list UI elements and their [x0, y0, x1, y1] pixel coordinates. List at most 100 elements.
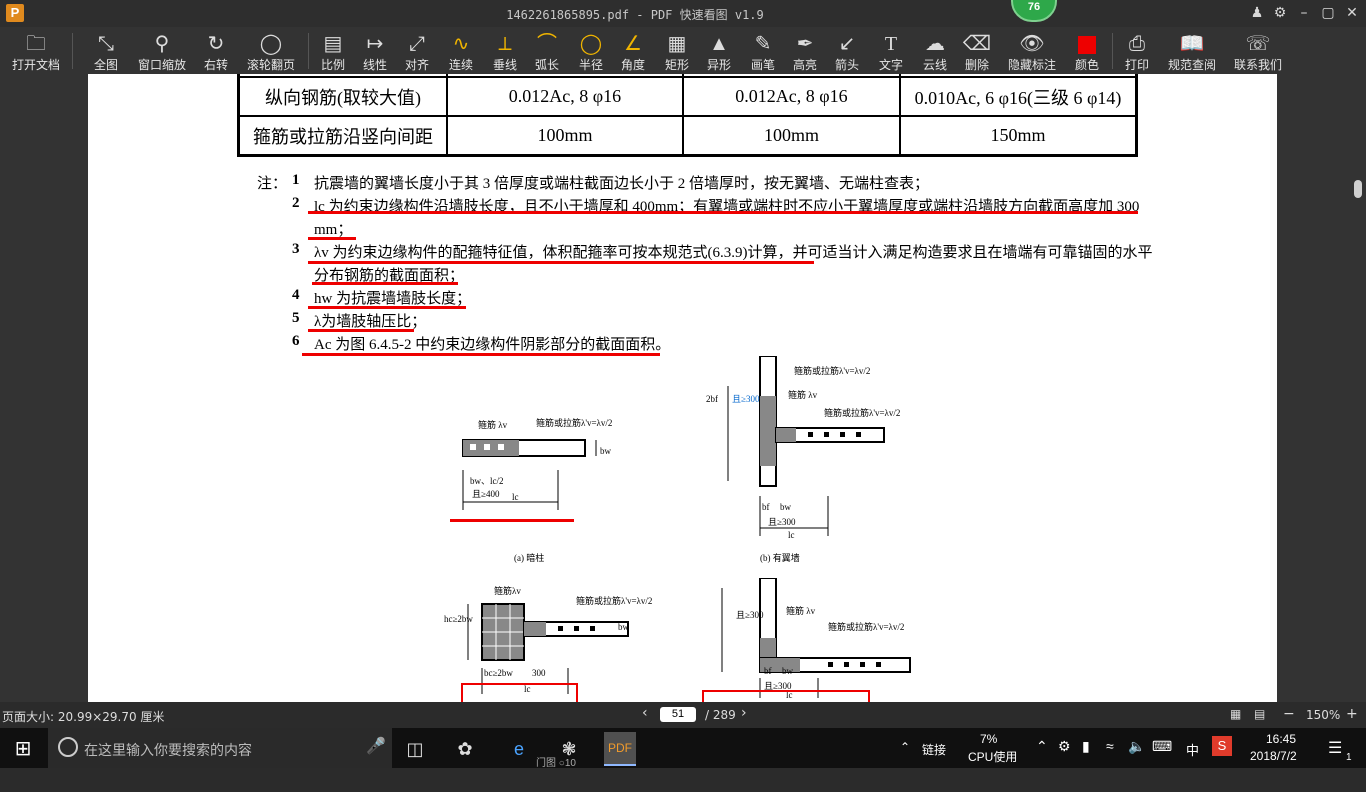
zoom-out-button[interactable]: − [1283, 706, 1295, 722]
hatched-region [524, 622, 546, 636]
toolbar-hide-annotations[interactable]: 👁 隐藏标注 [1004, 27, 1060, 74]
zoom-level[interactable]: 150% [1306, 708, 1340, 722]
zoom-in-button[interactable]: + [1346, 706, 1358, 722]
wifi-icon[interactable]: ≈ [1106, 738, 1114, 778]
rotate-right-icon: ↻ [207, 33, 225, 55]
notes-title: 注： [257, 176, 288, 192]
settings-icon[interactable]: ⚙ [1270, 3, 1290, 23]
toolbar-perpendicular[interactable]: ⟂ 垂线 [488, 27, 522, 74]
toolbar-standards[interactable]: 📖 规范查阅 [1164, 27, 1220, 74]
figure-label: 箍筋或拉筋λ'v=λv/2 [824, 408, 901, 418]
annotation-underline[interactable] [308, 261, 814, 264]
hatched-region [776, 428, 796, 442]
volume-icon[interactable]: 🔈 [1128, 738, 1145, 778]
toolbar-color[interactable]: 颜色 [1070, 27, 1104, 74]
toolbar-rectangle[interactable]: ▦ 矩形 [660, 27, 694, 74]
annotation-underline[interactable] [450, 519, 574, 522]
toolbar-radius[interactable]: ◯ 半径 [574, 27, 608, 74]
toolbar-text[interactable]: T 文字 [874, 27, 908, 74]
link-label[interactable]: 链接 [922, 728, 952, 768]
document-viewer[interactable]: 纵向钢筋(取较大值) 0.012Ac, 8 φ16 0.012Ac, 8 φ16… [0, 74, 1366, 702]
clock[interactable]: 16:45 2018/7/2 [1250, 728, 1314, 768]
ie-browser-icon[interactable]: e [506, 736, 532, 762]
windows-start-icon[interactable]: ⊞ [10, 736, 36, 762]
eye-hide-icon: 👁 [1019, 33, 1045, 55]
cpu-usage-widget[interactable]: 7% CPU使用 [964, 728, 1020, 768]
annotation-underline[interactable] [302, 353, 660, 356]
vertical-scrollbar-thumb[interactable] [1354, 180, 1362, 198]
annotation-underline[interactable] [308, 237, 356, 240]
annotation-rectangle[interactable] [702, 690, 870, 702]
toolbar-zoom-window[interactable]: ⚲ 窗口缩放 [134, 27, 190, 74]
figure-dimension: lc [512, 492, 519, 502]
taskbar-search-box[interactable]: 在这里输入你要搜索的内容 🎤 [48, 728, 392, 768]
figure-dimension: bw [780, 502, 791, 512]
support-icon: ☏ [1245, 33, 1271, 55]
notification-count: 1 [1346, 752, 1352, 763]
toolbar-pen[interactable]: ✎ 画笔 [746, 27, 780, 74]
annotation-underline[interactable] [308, 306, 466, 309]
annotation-rectangle[interactable] [461, 683, 578, 702]
battery-icon[interactable]: ▮ [1082, 738, 1090, 778]
toolbar-contact[interactable]: ☏ 联系我们 [1230, 27, 1286, 74]
note-line: λv 为约束边缘构件的配箍特征值，体积配箍率可按本规范式(6.3.9)计算，并可… [314, 245, 1153, 261]
minimize-button[interactable]: – [1294, 3, 1314, 23]
table-cell-label: 箍筋或拉筋沿竖向间距 [237, 115, 448, 157]
toolbar-open-document[interactable]: 🗀 打开文档 [8, 27, 64, 74]
toolbar-polygon[interactable]: ▲ 异形 [702, 27, 736, 74]
toolbar-cloud[interactable]: ☁ 云线 [918, 27, 952, 74]
figure-dimension: bw、lc/2 [470, 476, 504, 486]
microphone-icon[interactable]: 🎤 [366, 736, 386, 756]
sogou-ime-icon[interactable]: S [1212, 736, 1232, 756]
toolbar-arc-length[interactable]: ⌒ 弧长 [530, 27, 564, 74]
arc-length-icon: ⌒ [537, 33, 557, 55]
note-line: λ为墙肢轴压比； [314, 314, 427, 330]
figure-dimension: lc [788, 530, 795, 540]
toolbar-arrow[interactable]: ↙ 箭头 [830, 27, 864, 74]
toolbar-angle[interactable]: ∠ 角度 [616, 27, 650, 74]
continuous-view-icon[interactable]: ▤ [1254, 707, 1265, 721]
keyboard-icon[interactable]: ⌨ [1152, 738, 1172, 778]
toolbar-continuous[interactable]: ∿ 连续 [444, 27, 478, 74]
rectangle-icon: ▦ [667, 33, 687, 55]
next-page-button[interactable]: › [741, 705, 747, 721]
toolbar-highlight[interactable]: ✒ 高亮 [788, 27, 822, 74]
toolbar-linear[interactable]: ↦ 线性 [358, 27, 392, 74]
note-number: 6 [292, 333, 300, 349]
single-page-view-icon[interactable]: ▦ [1230, 707, 1241, 721]
pdf-viewer-taskbar-icon[interactable]: PDF [604, 732, 636, 766]
maximize-button[interactable]: ▢ [1318, 3, 1338, 23]
prev-page-button[interactable]: ‹ [642, 705, 648, 721]
page-number-input[interactable]: 51 [660, 707, 696, 722]
user-icon[interactable]: ♟ [1247, 3, 1267, 23]
notification-icon[interactable]: ☰ [1328, 738, 1342, 778]
toolbar-aligned[interactable]: ⤢ 对齐 [400, 27, 434, 74]
cortana-icon [58, 737, 78, 757]
tray-overflow-icon[interactable]: ⌃ [900, 728, 920, 768]
aligned-dim-icon: ⤢ [409, 33, 425, 55]
task-view-icon[interactable]: ◫ [402, 736, 428, 762]
settings-tray-icon[interactable]: ⚙ [1058, 738, 1071, 778]
print-icon: ⎙ [1129, 33, 1145, 55]
annotation-underline[interactable] [308, 329, 414, 332]
close-button[interactable]: ✕ [1342, 3, 1362, 23]
toolbar-scale[interactable]: ▤ 比例 [316, 27, 350, 74]
toolbar-fit-all[interactable]: ⤡ 全图 [86, 27, 126, 74]
toolbar-rotate-right[interactable]: ↻ 右转 [198, 27, 234, 74]
page-size-label: 页面大小: 20.99×29.70 厘米 [2, 710, 165, 724]
chevron-up-icon[interactable]: ⌃ [1036, 738, 1048, 778]
toolbar-scroll-page[interactable]: ◯ 滚轮翻页 [242, 27, 300, 74]
ime-indicator[interactable]: 中 [1186, 740, 1199, 780]
figure-dimension: 且≥400 [472, 489, 500, 499]
figure-dimension: 且≥300 [768, 517, 796, 527]
fan-app-icon[interactable]: ✿ [452, 736, 478, 762]
annotation-underline[interactable] [308, 211, 1138, 214]
zoom-window-icon: ⚲ [154, 33, 170, 55]
annotation-underline[interactable] [312, 282, 458, 285]
toolbar-delete[interactable]: ⌫ 删除 [960, 27, 994, 74]
status-bar: 页面大小: 20.99×29.70 厘米 ‹ 51 / 289 › ▦ ▤ − … [0, 702, 1366, 728]
perpendicular-icon: ⟂ [498, 33, 512, 55]
toolbar-print[interactable]: ⎙ 打印 [1120, 27, 1154, 74]
figure-label: 箍筋λv [494, 586, 521, 596]
table-cell-label: 纵向钢筋(取较大值) [237, 76, 448, 117]
